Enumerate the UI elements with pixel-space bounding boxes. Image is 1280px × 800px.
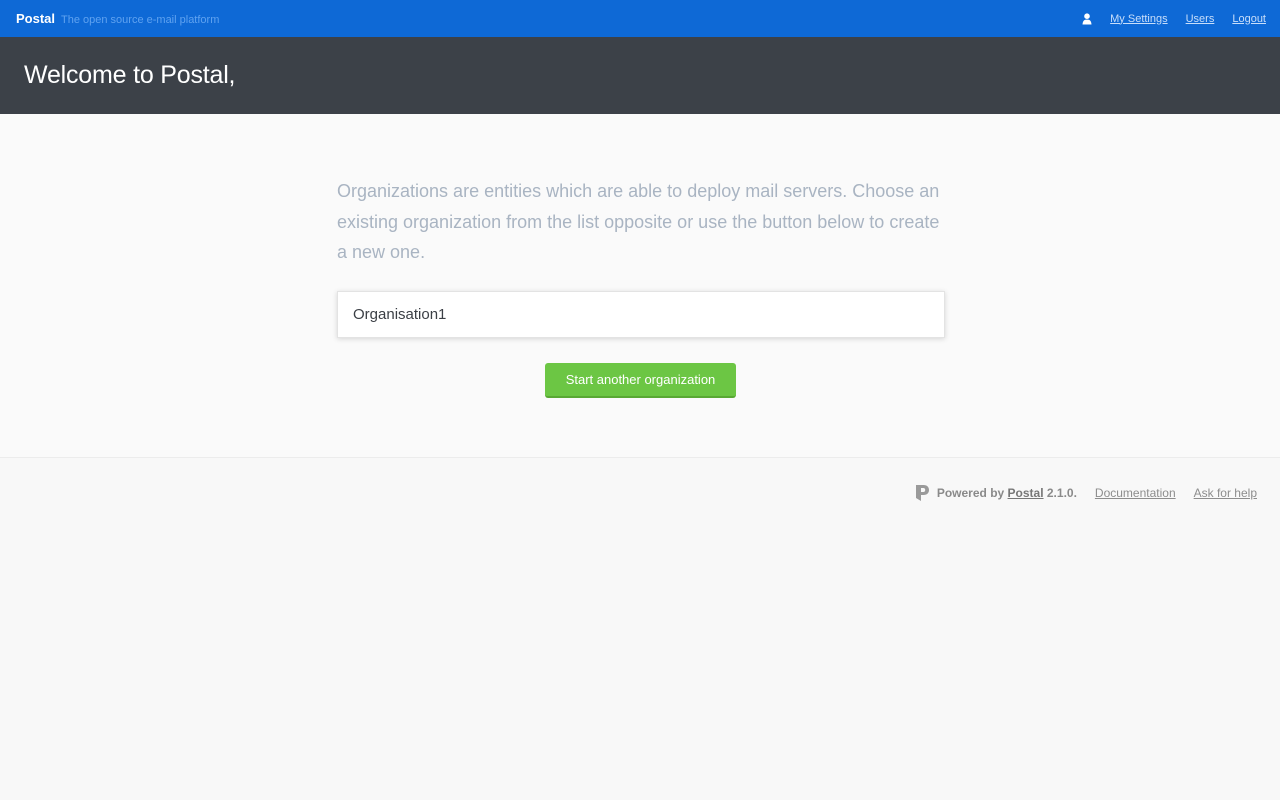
organization-name: Organisation1 bbox=[353, 306, 447, 323]
page-title: Welcome to Postal, bbox=[24, 61, 236, 89]
postal-logo-icon bbox=[915, 485, 929, 501]
intro-text: Organizations are entities which are abl… bbox=[337, 181, 940, 262]
powered-by-text: Powered by Postal 2.1.0. bbox=[937, 486, 1077, 500]
brand-name[interactable]: Postal bbox=[16, 11, 55, 26]
organization-list-item[interactable]: Organisation1 bbox=[337, 291, 945, 338]
postal-version: 2.1.0. bbox=[1043, 486, 1077, 500]
footer: Powered by Postal 2.1.0. Documentation A… bbox=[0, 459, 1280, 800]
footer-links: Powered by Postal 2.1.0. Documentation A… bbox=[914, 484, 1257, 502]
brand: Postal The open source e-mail platform bbox=[16, 11, 219, 26]
main-content: Organizations are entities which are abl… bbox=[0, 114, 1280, 458]
start-organization-button[interactable]: Start another organization bbox=[545, 363, 736, 398]
logout-link[interactable]: Logout bbox=[1232, 13, 1266, 25]
my-settings-link[interactable]: My Settings bbox=[1110, 13, 1167, 25]
brand-tagline: The open source e-mail platform bbox=[61, 14, 220, 26]
top-nav-links: My Settings Users Logout bbox=[1082, 0, 1266, 37]
top-navigation-bar: Postal The open source e-mail platform M… bbox=[0, 0, 1280, 37]
postal-link[interactable]: Postal bbox=[1008, 486, 1044, 500]
user-icon bbox=[1082, 12, 1092, 25]
users-link[interactable]: Users bbox=[1186, 13, 1215, 25]
powered-by-prefix: Powered by bbox=[936, 486, 1008, 500]
ask-for-help-link[interactable]: Ask for help bbox=[1194, 486, 1257, 500]
page-header: Welcome to Postal, bbox=[0, 37, 1280, 114]
documentation-link[interactable]: Documentation bbox=[1095, 486, 1176, 500]
